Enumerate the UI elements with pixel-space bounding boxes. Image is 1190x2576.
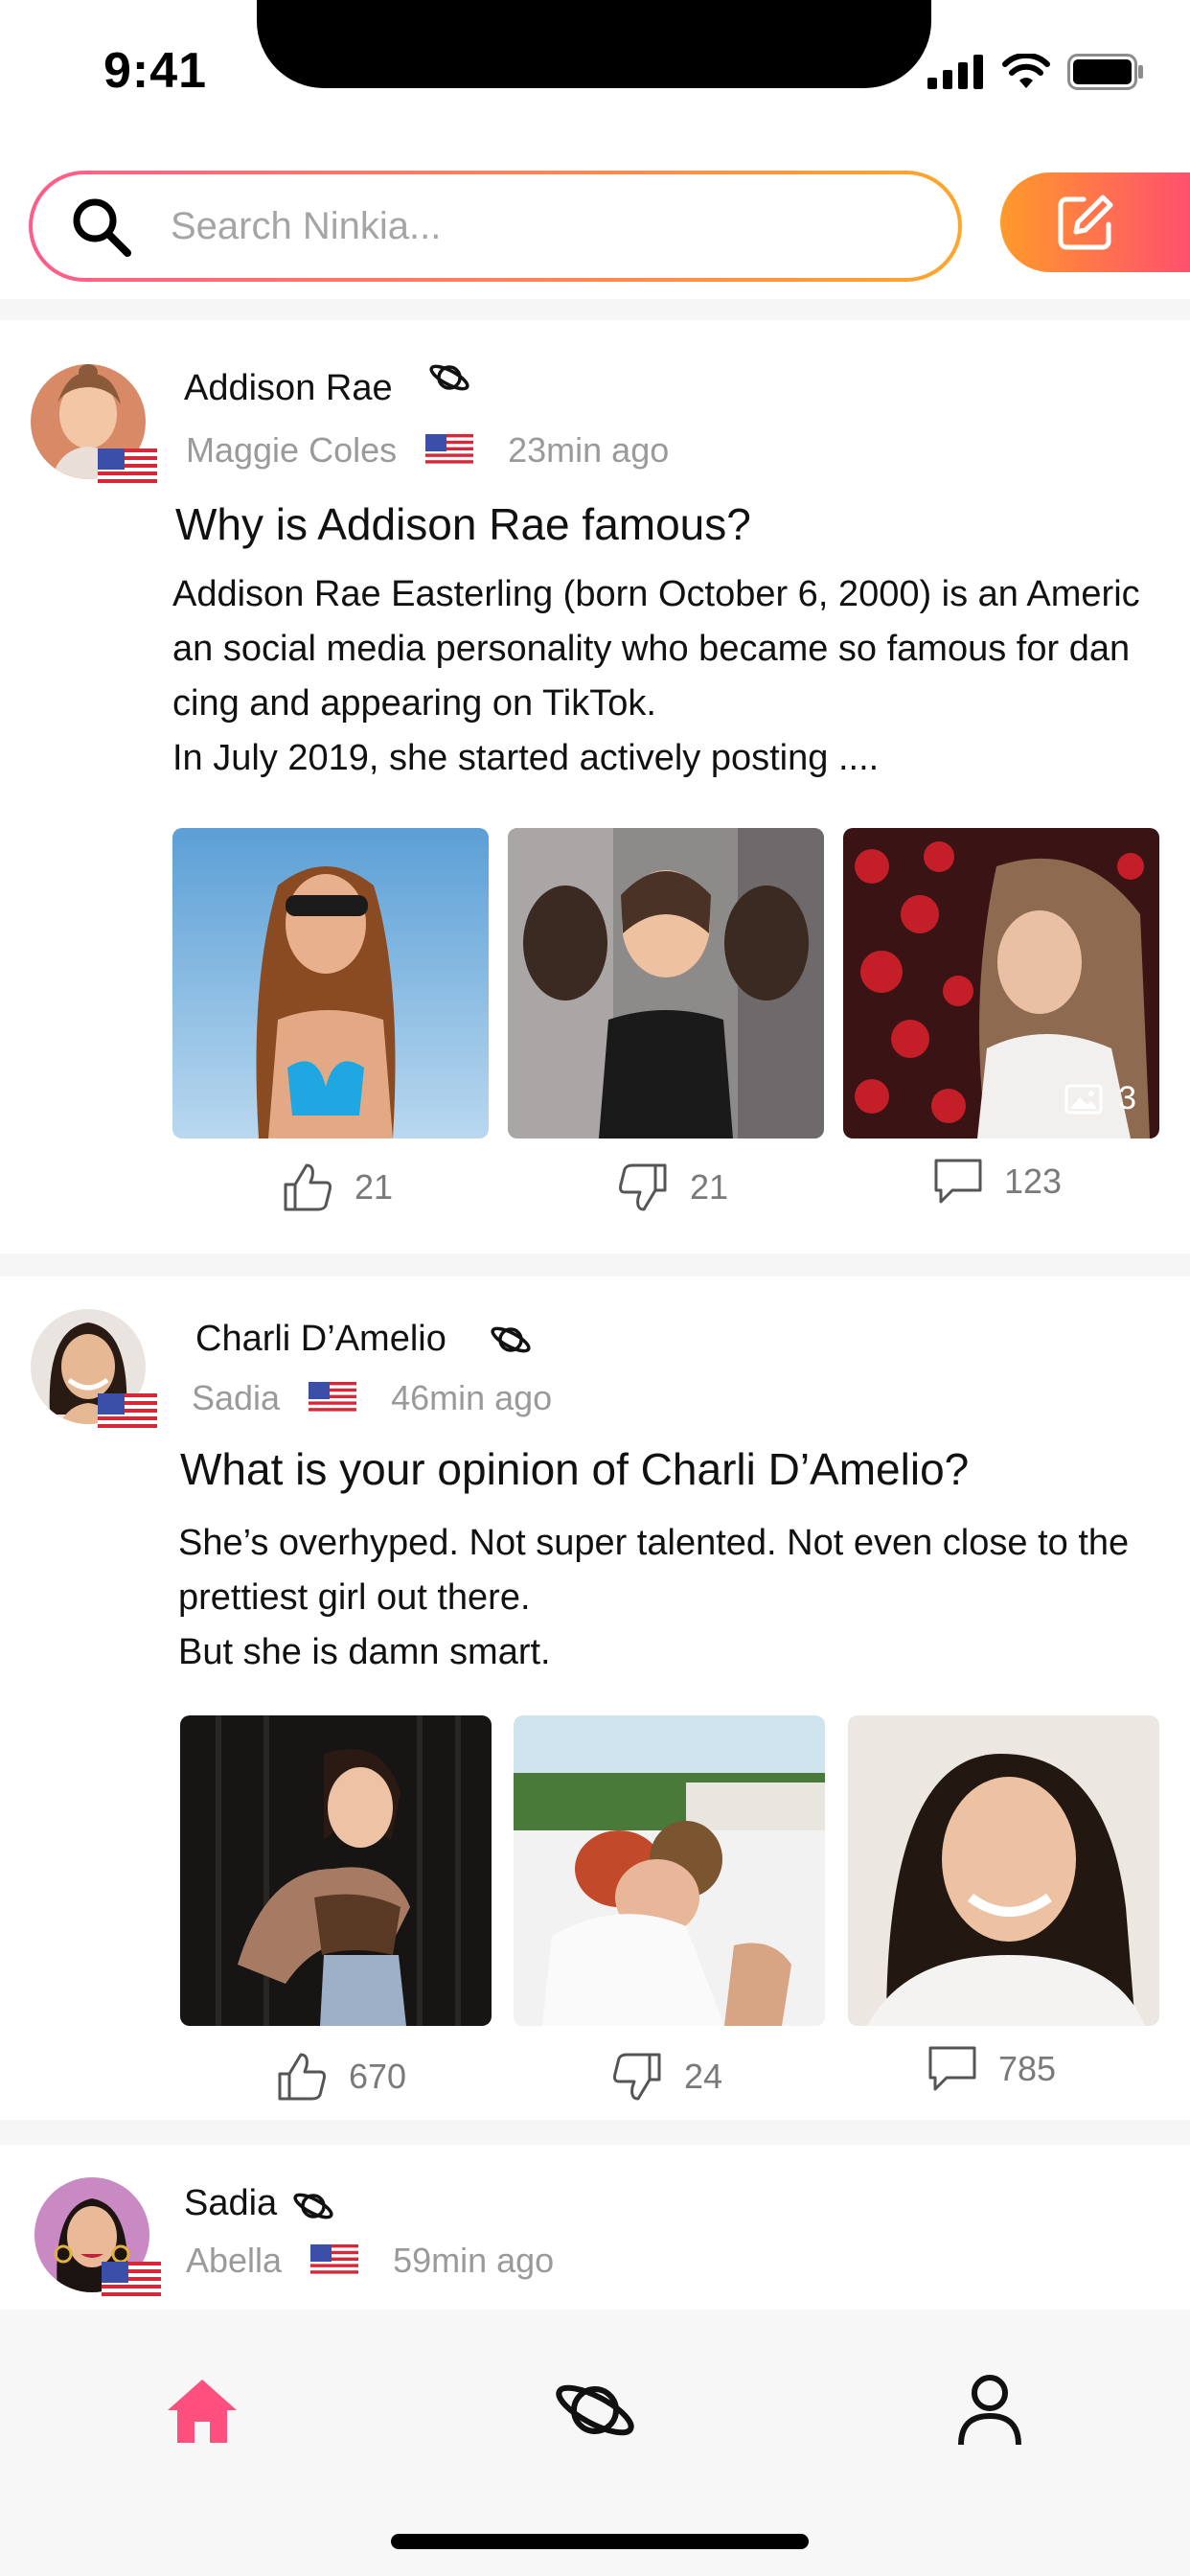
author-name[interactable]: Sadia bbox=[184, 2183, 277, 2224]
image-icon bbox=[1064, 1084, 1103, 1114]
post-photo[interactable] bbox=[514, 1715, 825, 2026]
post-card[interactable]: Sadia Abella 59min ago bbox=[0, 2145, 1190, 2310]
post-card[interactable]: Addison Rae Maggie Coles 23min ago Why i… bbox=[0, 320, 1190, 1254]
thumbs-down-icon bbox=[613, 2053, 661, 2101]
post-meta: Abella 59min ago bbox=[186, 2241, 554, 2281]
comment-icon bbox=[934, 1159, 982, 1204]
comment-count: 123 bbox=[1004, 1162, 1063, 1201]
sub-author[interactable]: Abella bbox=[186, 2241, 282, 2281]
sub-author[interactable]: Maggie Coles bbox=[186, 430, 397, 471]
dislike-count: 21 bbox=[690, 1167, 729, 1207]
comment-button[interactable]: 785 bbox=[927, 2045, 1056, 2093]
post-time: 23min ago bbox=[508, 430, 670, 470]
dislike-button[interactable]: 24 bbox=[611, 2051, 722, 2103]
author-avatar[interactable] bbox=[31, 1309, 157, 1432]
profile-icon bbox=[958, 2375, 1021, 2446]
status-icons bbox=[927, 54, 1144, 90]
post-photo[interactable] bbox=[172, 828, 489, 1138]
bottom-nav bbox=[0, 2310, 1190, 2576]
dislike-count: 24 bbox=[684, 2057, 723, 2096]
home-icon bbox=[168, 2380, 237, 2443]
search-input[interactable] bbox=[171, 204, 841, 248]
post-title[interactable]: Why is Addison Rae famous? bbox=[175, 498, 751, 550]
post-meta: Maggie Coles 23min ago bbox=[186, 430, 669, 471]
post-photo[interactable]: 3 bbox=[843, 828, 1159, 1138]
like-button[interactable]: 670 bbox=[276, 2051, 406, 2103]
nav-profile[interactable] bbox=[947, 2367, 1033, 2453]
search-icon bbox=[73, 198, 131, 257]
planet-icon bbox=[429, 364, 469, 391]
status-time: 9:41 bbox=[103, 43, 208, 99]
like-count: 21 bbox=[355, 1167, 394, 1207]
post-meta: Sadia 46min ago bbox=[192, 1378, 552, 1418]
device-notch bbox=[257, 0, 931, 88]
author-avatar[interactable] bbox=[34, 2177, 161, 2300]
compose-button[interactable] bbox=[1000, 172, 1190, 272]
post-body[interactable]: Addison Rae Easterling (born October 6, … bbox=[172, 567, 1140, 786]
post-time: 46min ago bbox=[391, 1378, 553, 1417]
photo-count-badge: 3 bbox=[1064, 1080, 1136, 1117]
thumbs-up-icon bbox=[278, 2053, 326, 2101]
sub-author[interactable]: Sadia bbox=[192, 1378, 280, 1418]
thumbs-up-icon bbox=[284, 1163, 332, 1211]
author-avatar[interactable] bbox=[31, 364, 157, 487]
compose-icon bbox=[1058, 195, 1113, 250]
post-photo[interactable] bbox=[848, 1715, 1159, 2026]
search-inner bbox=[33, 174, 958, 278]
post-body[interactable]: She’s overhyped. Not super talented. Not… bbox=[178, 1516, 1156, 1680]
battery-icon bbox=[1067, 54, 1143, 90]
like-count: 670 bbox=[349, 2057, 407, 2096]
cellular-signal-icon bbox=[927, 55, 983, 89]
search-row bbox=[0, 144, 1190, 316]
post-time: 59min ago bbox=[393, 2241, 555, 2280]
nav-home[interactable] bbox=[159, 2367, 245, 2453]
wifi-icon bbox=[1002, 54, 1050, 88]
comment-button[interactable]: 123 bbox=[933, 1158, 1062, 1206]
post-photo[interactable] bbox=[508, 828, 824, 1138]
comment-icon bbox=[928, 2046, 976, 2091]
post-title[interactable]: What is your opinion of Charli D’Amelio? bbox=[180, 1443, 969, 1495]
planet-icon bbox=[556, 2384, 634, 2436]
planet-icon bbox=[293, 2193, 333, 2220]
post-card[interactable]: Charli D’Amelio Sadia 46min ago What is … bbox=[0, 1276, 1190, 2120]
section-divider bbox=[0, 299, 1190, 320]
us-flag-icon bbox=[309, 1382, 357, 1414]
post-photo[interactable] bbox=[180, 1715, 492, 2026]
us-flag-icon bbox=[102, 2262, 161, 2300]
nav-explore[interactable] bbox=[552, 2367, 638, 2453]
us-flag-icon bbox=[98, 448, 157, 487]
search-box[interactable] bbox=[29, 171, 962, 282]
dislike-button[interactable]: 21 bbox=[617, 1162, 728, 1213]
comment-count: 785 bbox=[998, 2049, 1057, 2088]
planet-icon bbox=[491, 1326, 531, 1353]
thumbs-down-icon bbox=[619, 1163, 667, 1211]
like-button[interactable]: 21 bbox=[282, 1162, 393, 1213]
author-name[interactable]: Charli D’Amelio bbox=[195, 1319, 446, 1360]
home-indicator bbox=[391, 2534, 809, 2549]
section-divider bbox=[0, 1254, 1190, 1276]
us-flag-icon bbox=[310, 2244, 359, 2277]
us-flag-icon bbox=[98, 1393, 157, 1432]
author-name[interactable]: Addison Rae bbox=[184, 368, 393, 409]
photo-count: 3 bbox=[1118, 1080, 1136, 1116]
section-divider bbox=[0, 2120, 1190, 2145]
status-bar: 9:41 bbox=[0, 0, 1190, 144]
us-flag-icon bbox=[425, 434, 474, 467]
